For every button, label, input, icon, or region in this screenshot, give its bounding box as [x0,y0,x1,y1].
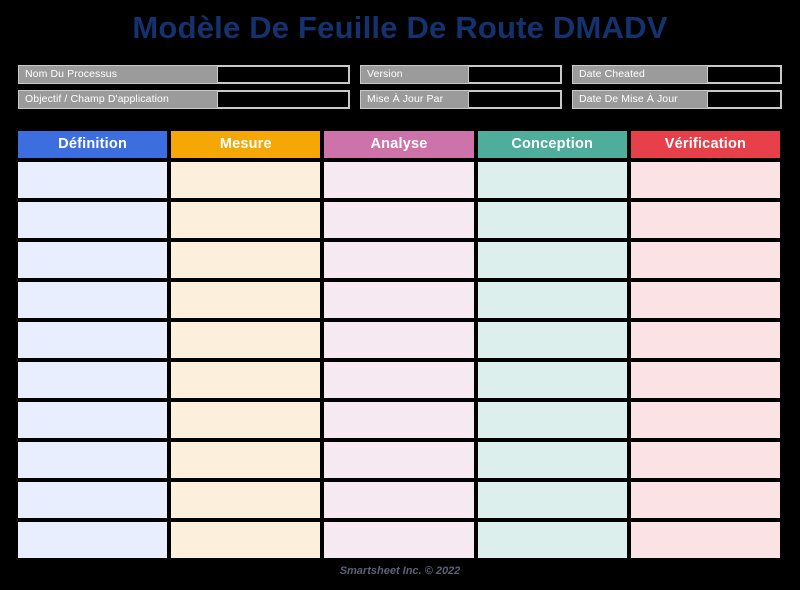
metadata-field-label: Objectif / Champ D'application [25,93,169,105]
roadmap-cell[interactable] [18,522,168,558]
roadmap-cell[interactable] [171,202,321,238]
roadmap-cell[interactable] [171,282,321,318]
roadmap-column: Conception [477,131,627,558]
roadmap-cell[interactable] [477,522,627,558]
roadmap-cell[interactable] [324,402,474,438]
roadmap-cell[interactable] [18,162,168,198]
metadata-field-input[interactable] [707,91,781,108]
column-header-4: Conception [477,131,627,158]
roadmap-column: Mesure [171,131,321,558]
roadmap-cell[interactable] [324,362,474,398]
roadmap-cell[interactable] [324,482,474,518]
roadmap-cell[interactable] [171,322,321,358]
column-header-3: Analyse [324,131,474,158]
roadmap-cell[interactable] [477,362,627,398]
roadmap-cell[interactable] [171,242,321,278]
roadmap-cell[interactable] [477,162,627,198]
metadata-field-label: Version [367,68,403,80]
metadata-field: Nom Du Processus [18,65,350,84]
roadmap-column: Vérification [630,131,781,558]
roadmap-cell[interactable] [630,362,781,398]
roadmap-cell[interactable] [630,282,781,318]
roadmap-cell[interactable] [324,522,474,558]
metadata-form: Nom Du Processus Version Date Cheated Objec… [18,65,782,109]
metadata-field-input[interactable] [468,91,561,108]
metadata-field: Objectif / Champ D'application [18,90,350,109]
roadmap-cell[interactable] [324,242,474,278]
metadata-field-input[interactable] [707,66,781,83]
roadmap-cell[interactable] [477,482,627,518]
roadmap-cell[interactable] [18,482,168,518]
metadata-field-input[interactable] [217,91,349,108]
roadmap-cell[interactable] [171,442,321,478]
metadata-field-input[interactable] [468,66,561,83]
roadmap-cell[interactable] [477,242,627,278]
roadmap-cell[interactable] [171,522,321,558]
page-title: Modèle De Feuille De Route DMADV [132,10,668,45]
roadmap-cell[interactable] [477,202,627,238]
roadmap-cell[interactable] [171,402,321,438]
roadmap-cell[interactable] [477,442,627,478]
column-header-5: Vérification [630,131,781,158]
roadmap-cell[interactable] [477,282,627,318]
roadmap-cell[interactable] [324,322,474,358]
metadata-field-label: Mise À Jour Par [367,93,444,105]
roadmap-cell[interactable] [630,322,781,358]
roadmap-cell[interactable] [324,442,474,478]
metadata-field-label: Date Cheated [579,68,645,80]
roadmap-cell[interactable] [18,322,168,358]
roadmap-cell[interactable] [630,442,781,478]
roadmap-cell[interactable] [630,522,781,558]
metadata-field: Mise À Jour Par [360,90,562,109]
metadata-field-label: Date De Mise À Jour [579,93,678,105]
roadmap-cell[interactable] [18,242,168,278]
roadmap-cell[interactable] [18,442,168,478]
roadmap-cell[interactable] [18,282,168,318]
metadata-field: Version [360,65,562,84]
metadata-field-input[interactable] [217,66,349,83]
roadmap-column: Analyse [324,131,474,558]
column-header-2: Mesure [171,131,321,158]
roadmap-cell[interactable] [18,202,168,238]
page-root: Modèle De Feuille De Route DMADV Nom Du … [0,0,800,590]
footer-credit: Smartsheet Inc. © 2022 [339,565,461,577]
roadmap-cell[interactable] [171,482,321,518]
roadmap-cell[interactable] [324,202,474,238]
metadata-field: Date De Mise À Jour [572,90,782,109]
metadata-field-label: Nom Du Processus [25,68,118,80]
roadmap-cell[interactable] [171,162,321,198]
roadmap-cell[interactable] [630,162,781,198]
roadmap-cell[interactable] [18,362,168,398]
roadmap-cell[interactable] [630,202,781,238]
roadmap-cell[interactable] [324,282,474,318]
metadata-field: Date Cheated [572,65,782,84]
roadmap-cell[interactable] [477,402,627,438]
roadmap-cell[interactable] [630,242,781,278]
metadata-row: Objectif / Champ D'application Mise À Jou… [18,90,782,109]
dmadv-roadmap-board: Définition Mesure Analyse Conception Vérific… [18,131,781,558]
roadmap-cell[interactable] [630,402,781,438]
roadmap-cell[interactable] [630,482,781,518]
roadmap-cell[interactable] [171,362,321,398]
roadmap-cell[interactable] [18,402,168,438]
column-header-1: Définition [18,131,168,158]
metadata-row: Nom Du Processus Version Date Cheated [18,65,782,84]
roadmap-cell[interactable] [324,162,474,198]
roadmap-column: Définition [18,131,168,558]
roadmap-cell[interactable] [477,322,627,358]
